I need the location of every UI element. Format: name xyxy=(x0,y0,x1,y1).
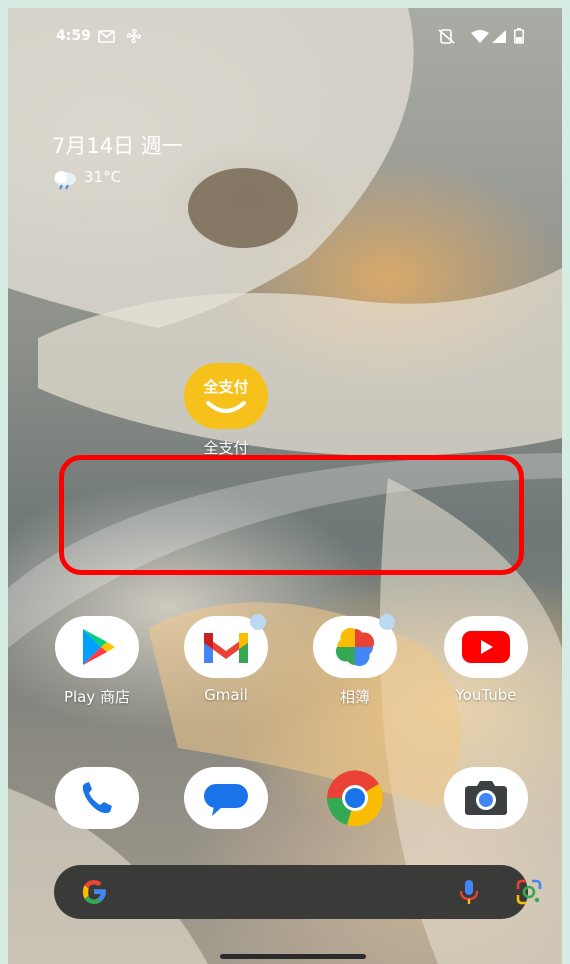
camera-icon xyxy=(444,767,528,829)
app-label-photos: 相簿 xyxy=(339,688,370,706)
google-lens-icon[interactable] xyxy=(514,877,544,907)
no-sim-icon xyxy=(438,29,455,44)
status-time: 4:59 xyxy=(56,28,91,44)
date-widget[interactable]: 7月14日 週一 xyxy=(52,130,183,160)
phone-icon xyxy=(55,767,139,829)
home-screen: 4:59 7月14日 週一 31°C 全支付 全支付 Play 商店 Gmail… xyxy=(8,8,562,964)
google-g-icon xyxy=(82,880,106,904)
fan-icon xyxy=(126,28,142,44)
app-gmail[interactable]: Gmail xyxy=(181,614,271,704)
quanzhifu-icon: 全支付 xyxy=(184,363,268,429)
dock-phone[interactable] xyxy=(52,767,142,829)
notification-dot xyxy=(250,614,266,630)
dock-camera[interactable] xyxy=(441,767,531,829)
temperature-label: 31°C xyxy=(84,168,122,186)
wifi-icon xyxy=(471,30,489,43)
dock-chrome[interactable] xyxy=(310,767,400,829)
quanzhifu-icon-text: 全支付 xyxy=(203,378,249,396)
app-label-gmail: Gmail xyxy=(204,686,248,704)
notification-dot xyxy=(379,614,395,630)
search-bar[interactable] xyxy=(54,865,542,919)
highlight-box xyxy=(59,455,524,575)
app-youtube[interactable]: YouTube xyxy=(441,616,531,704)
chrome-icon xyxy=(313,767,397,829)
signal-icon xyxy=(492,30,506,43)
app-quanzhifu[interactable]: 全支付 全支付 xyxy=(181,363,271,458)
microphone-icon[interactable] xyxy=(454,877,484,907)
messages-icon xyxy=(184,767,268,829)
app-label-youtube: YouTube xyxy=(455,686,517,704)
app-photos[interactable]: 相簿 xyxy=(310,614,400,707)
cloud-rain-icon xyxy=(54,171,76,190)
app-play-store[interactable]: Play 商店 xyxy=(52,616,142,707)
battery-icon xyxy=(514,28,524,44)
play-store-icon xyxy=(55,616,139,678)
youtube-icon xyxy=(444,616,528,678)
photos-icon xyxy=(313,614,397,678)
app-label-play: Play 商店 xyxy=(63,688,131,706)
gmail-notification-icon xyxy=(98,30,115,43)
home-gesture-bar[interactable] xyxy=(220,954,366,959)
gmail-icon xyxy=(184,614,268,678)
dock-messages[interactable] xyxy=(181,767,271,829)
